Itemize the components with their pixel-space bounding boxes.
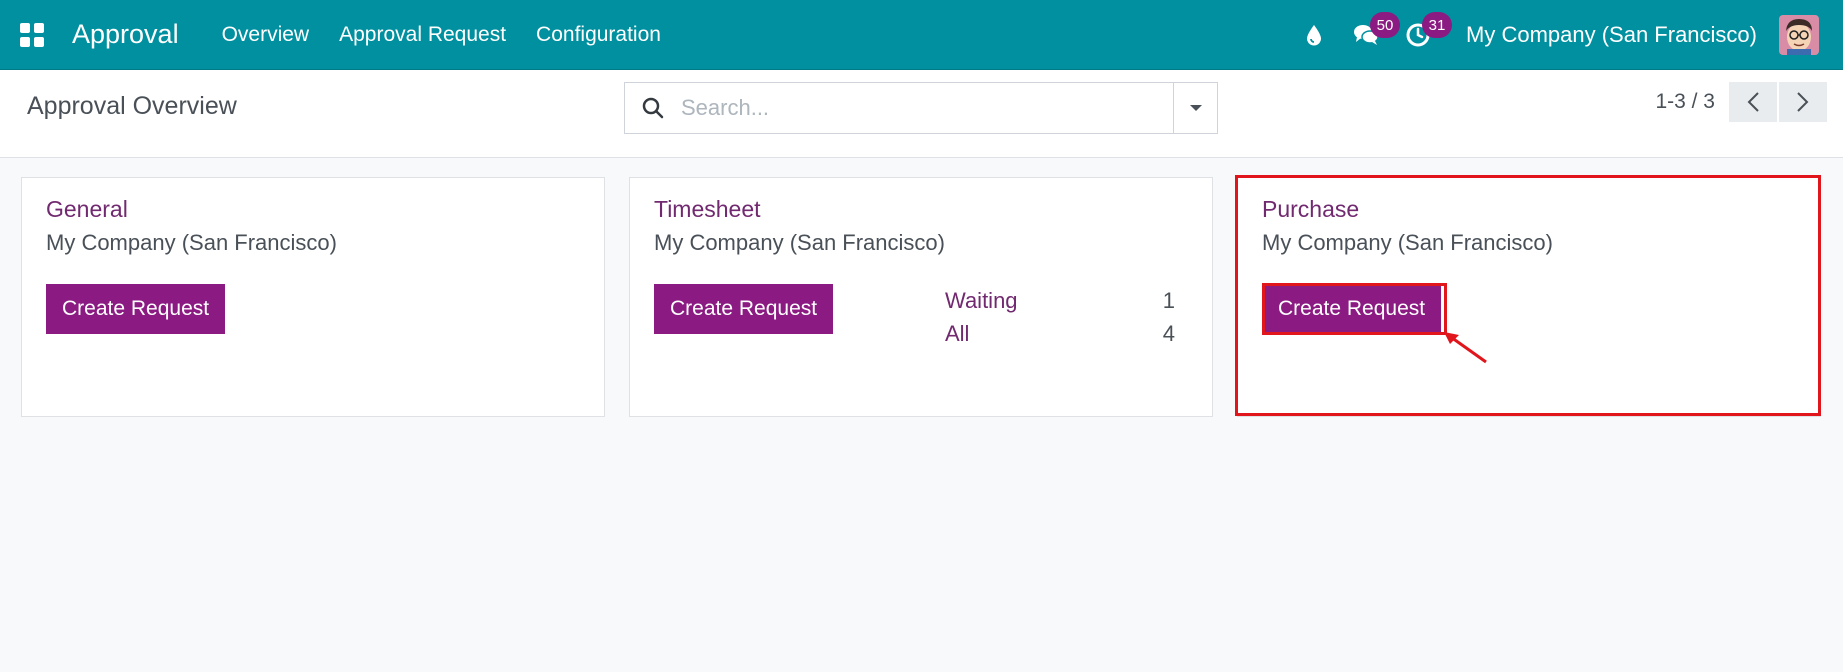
activities-button[interactable]: 31 xyxy=(1392,0,1453,70)
card-title[interactable]: Purchase xyxy=(1262,196,1359,223)
apps-grid-icon xyxy=(20,22,44,47)
stat-count: 1 xyxy=(1162,287,1175,313)
approval-card-timesheet: Timesheet My Company (San Francisco) Cre… xyxy=(629,177,1213,417)
user-avatar[interactable] xyxy=(1779,15,1819,55)
company-switcher[interactable]: My Company (San Francisco) xyxy=(1466,22,1757,48)
card-company: My Company (San Francisco) xyxy=(654,230,945,255)
menu-item-overview[interactable]: Overview xyxy=(207,23,325,47)
chevron-right-icon xyxy=(1797,92,1809,112)
search-input[interactable] xyxy=(681,84,1173,132)
stat-count: 4 xyxy=(1162,320,1175,346)
messages-button[interactable]: 50 xyxy=(1340,0,1401,70)
search-bar xyxy=(624,82,1218,134)
stat-label: Waiting xyxy=(945,287,1018,313)
chevron-left-icon xyxy=(1747,92,1759,112)
pager-value[interactable]: 1-3 / 3 xyxy=(1655,90,1715,114)
approval-card-general: General My Company (San Francisco) Creat… xyxy=(21,177,605,417)
activities-count-badge: 31 xyxy=(1422,12,1453,38)
pager-previous-button[interactable] xyxy=(1729,82,1777,122)
water-drop-button[interactable] xyxy=(1288,0,1340,70)
search-icon xyxy=(625,83,681,133)
menu-item-configuration[interactable]: Configuration xyxy=(521,23,676,47)
app-title[interactable]: Approval xyxy=(72,19,179,50)
card-company: My Company (San Francisco) xyxy=(46,230,337,255)
approval-card-purchase: Purchase My Company (San Francisco) Crea… xyxy=(1237,177,1821,417)
stat-all[interactable]: All 4 xyxy=(945,317,1175,350)
create-request-button[interactable]: Create Request xyxy=(1262,284,1442,334)
create-request-button[interactable]: Create Request xyxy=(46,284,226,334)
caret-down-icon xyxy=(1189,105,1202,111)
pager-next-button[interactable] xyxy=(1779,82,1827,122)
card-title[interactable]: Timesheet xyxy=(654,196,761,223)
water-drop-icon xyxy=(1307,25,1322,46)
menu-item-approval-request[interactable]: Approval Request xyxy=(324,23,521,47)
card-title[interactable]: General xyxy=(46,196,128,223)
systray: 50 31 My Company (San Francisco) xyxy=(1288,0,1843,70)
main-navbar: Approval Overview Approval Request Confi… xyxy=(0,0,1843,70)
card-company: My Company (San Francisco) xyxy=(1262,230,1553,255)
create-request-button[interactable]: Create Request xyxy=(654,284,834,334)
stat-waiting[interactable]: Waiting 1 xyxy=(945,284,1175,317)
card-stats: Waiting 1 All 4 xyxy=(945,284,1175,350)
user-avatar-icon xyxy=(1779,15,1819,55)
page-title: Approval Overview xyxy=(27,92,237,120)
pager: 1-3 / 3 xyxy=(1655,82,1827,122)
apps-menu-button[interactable] xyxy=(0,0,64,70)
search-options-toggle[interactable] xyxy=(1173,83,1217,133)
control-panel: Approval Overview 1-3 / 3 xyxy=(0,70,1843,158)
stat-label: All xyxy=(945,320,970,346)
top-menu: Overview Approval Request Configuration xyxy=(207,23,676,47)
